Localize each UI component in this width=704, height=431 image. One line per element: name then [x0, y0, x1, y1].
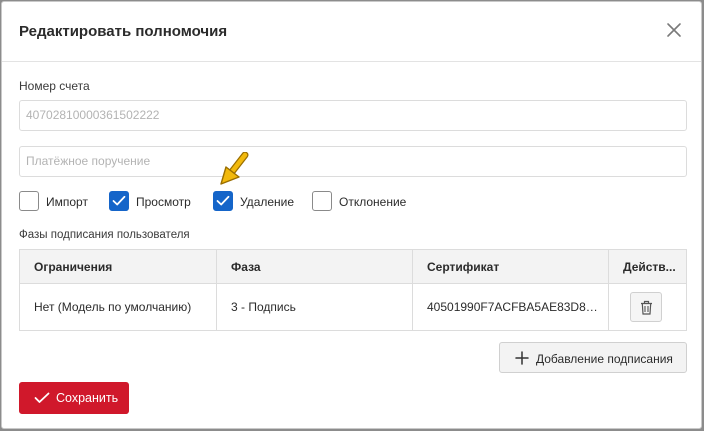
close-icon	[667, 23, 681, 37]
pointer-arrow-icon	[220, 152, 249, 185]
signing-phases-table: Ограничения Фаза Сертификат Действ... Не…	[19, 249, 687, 331]
dialog-title: Редактировать полномочия	[19, 23, 228, 40]
checkbox-box[interactable]	[19, 191, 39, 211]
cell-restriction: Нет (Модель по умолчанию)	[34, 300, 192, 314]
checkbox-box[interactable]	[312, 191, 332, 211]
checkbox-box[interactable]	[109, 191, 129, 211]
plus-icon	[515, 351, 529, 365]
column-header-restrictions[interactable]: Ограничения	[20, 250, 216, 283]
edit-permissions-dialog: Редактировать полномочия Номер счета 407…	[1, 1, 702, 429]
checkmark-icon	[112, 195, 126, 206]
checkmark-icon	[216, 195, 230, 206]
column-header-actions[interactable]: Действ...	[608, 250, 686, 283]
table-header: Ограничения Фаза Сертификат Действ...	[20, 250, 686, 284]
checkbox-label: Отклонение	[339, 195, 407, 209]
cell-certificate: 40501990F7ACFBA5AE83D81F...	[412, 284, 608, 330]
column-header-phase[interactable]: Фаза	[216, 250, 412, 283]
trash-icon	[641, 300, 652, 315]
checkbox-label: Удаление	[240, 195, 295, 209]
save-button[interactable]: Сохранить	[19, 382, 129, 414]
account-number-field[interactable]: 40702810000361502222	[19, 100, 687, 131]
delete-row-button[interactable]	[630, 292, 662, 322]
signing-phases-label: Фазы подписания пользователя	[19, 229, 190, 241]
checkbox-label: Импорт	[46, 195, 88, 209]
column-header-certificate[interactable]: Сертификат	[412, 250, 608, 283]
payment-order-field[interactable]: Платёжное поручение	[19, 146, 687, 177]
add-signing-label: Добавление подписания	[536, 352, 673, 366]
cell-phase: 3 - Подпись	[216, 284, 412, 330]
dialog-header: Редактировать полномочия	[2, 2, 701, 62]
close-button[interactable]	[665, 21, 683, 39]
save-label: Сохранить	[56, 391, 119, 405]
checkbox-box[interactable]	[213, 191, 233, 211]
account-number-label: Номер счета	[19, 79, 90, 93]
checkbox-label: Просмотр	[136, 195, 191, 209]
checkmark-icon	[34, 392, 50, 403]
add-signing-button[interactable]: Добавление подписания	[499, 342, 687, 373]
table-row: Нет (Модель по умолчанию) 3 - Подпись 40…	[20, 284, 686, 330]
